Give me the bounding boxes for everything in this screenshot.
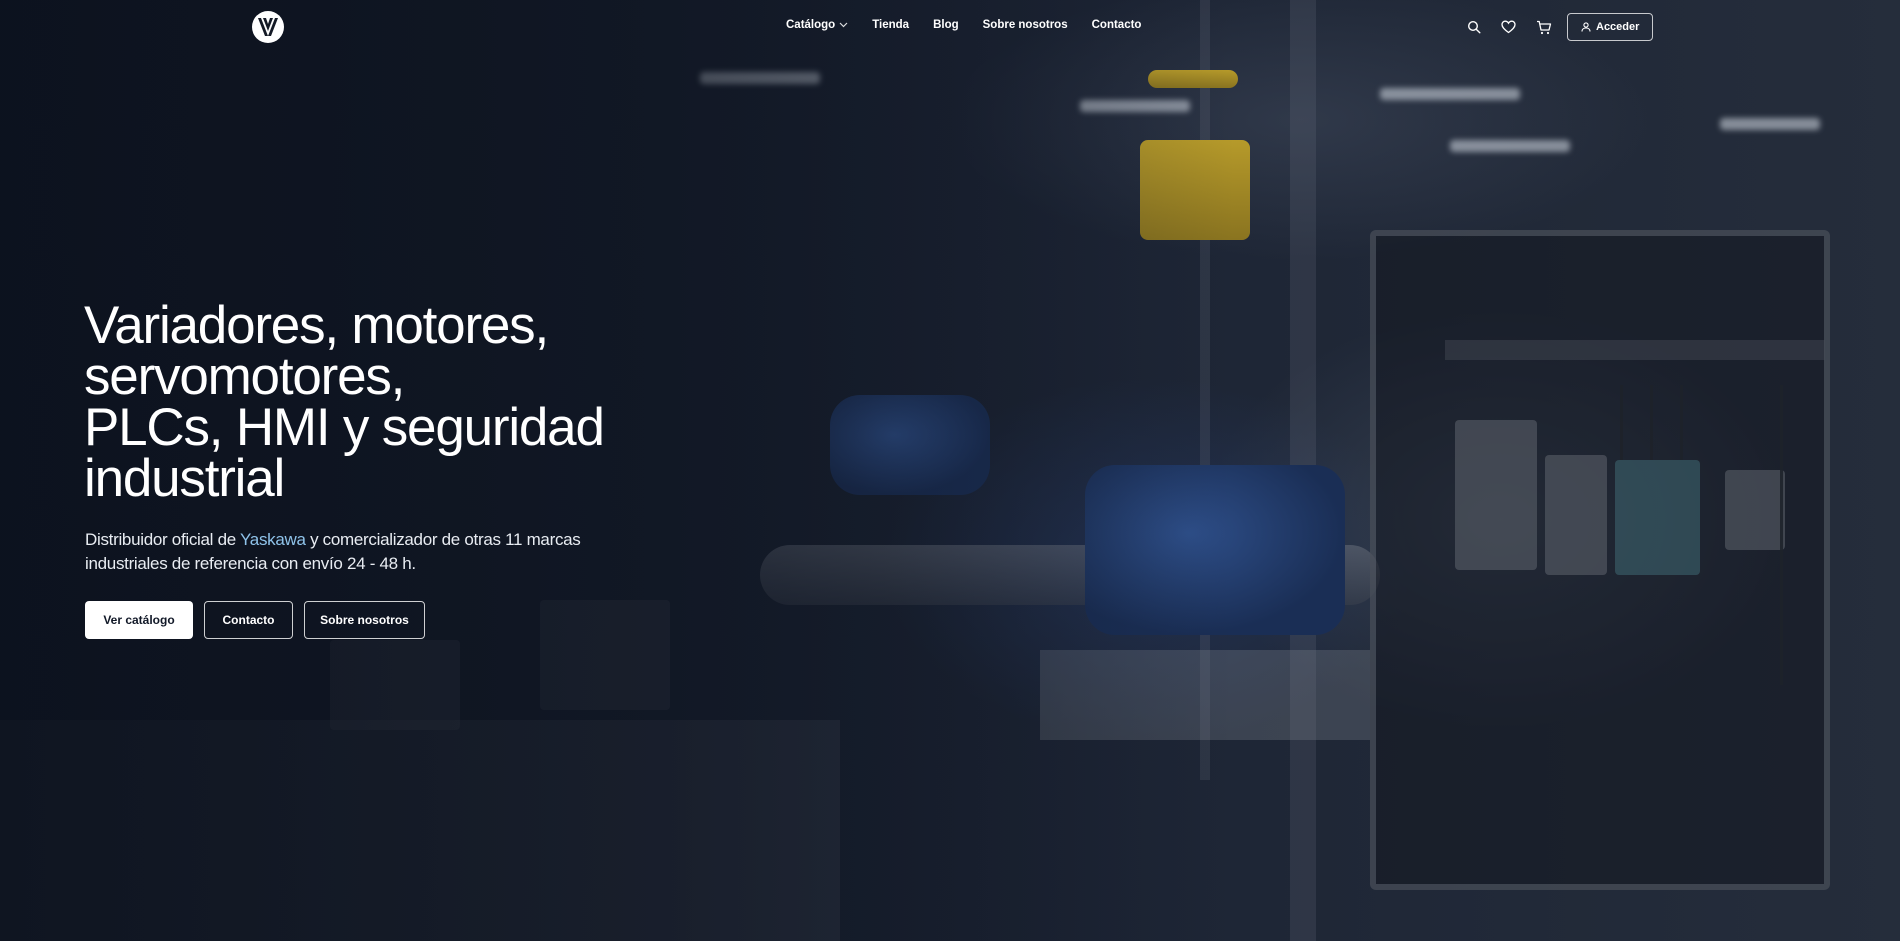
search-button[interactable] xyxy=(1464,18,1483,37)
main-nav: Catálogo Tienda Blog Sobre nosotros Cont… xyxy=(786,19,1141,31)
wishlist-button[interactable] xyxy=(1499,18,1518,37)
catalog-button[interactable]: Ver catálogo xyxy=(85,601,193,639)
hero-title: Variadores, motores, servomotores, PLCs,… xyxy=(84,296,605,508)
cart-icon xyxy=(1536,20,1551,34)
login-label: Acceder xyxy=(1596,21,1640,33)
hero-subtitle: Distribuidor oficial de Yaskawa y comerc… xyxy=(85,528,605,576)
about-button[interactable]: Sobre nosotros xyxy=(304,601,425,639)
hero-section: Catálogo Tienda Blog Sobre nosotros Cont… xyxy=(0,0,1900,941)
hero-title-line: Variadores, motores, xyxy=(84,296,549,355)
nav-blog[interactable]: Blog xyxy=(933,19,959,31)
user-icon xyxy=(1581,22,1591,32)
hero-actions: Ver catálogo Contacto Sobre nosotros xyxy=(85,601,425,639)
chevron-down-icon xyxy=(839,20,848,30)
yaskawa-link[interactable]: Yaskawa xyxy=(240,530,306,549)
site-logo[interactable] xyxy=(252,11,284,43)
hero-title-line: industrial xyxy=(84,449,285,508)
login-button[interactable]: Acceder xyxy=(1567,13,1654,41)
hero-title-line: servomotores, xyxy=(84,347,405,406)
subtitle-text: Distribuidor oficial de xyxy=(85,530,241,549)
nav-catalogo-label: Catálogo xyxy=(786,19,836,31)
contact-button[interactable]: Contacto xyxy=(204,601,293,639)
search-icon xyxy=(1467,20,1480,34)
header-tools: Acceder xyxy=(1464,13,1654,41)
v-logo-icon xyxy=(258,18,278,36)
heart-icon xyxy=(1501,20,1516,34)
cart-button[interactable] xyxy=(1534,18,1553,37)
nav-sobre-nosotros[interactable]: Sobre nosotros xyxy=(983,19,1068,31)
nav-tienda[interactable]: Tienda xyxy=(872,19,909,31)
nav-contacto[interactable]: Contacto xyxy=(1092,19,1142,31)
nav-catalogo[interactable]: Catálogo xyxy=(786,19,848,31)
hero-title-line: PLCs, HMI y seguridad xyxy=(84,398,605,457)
